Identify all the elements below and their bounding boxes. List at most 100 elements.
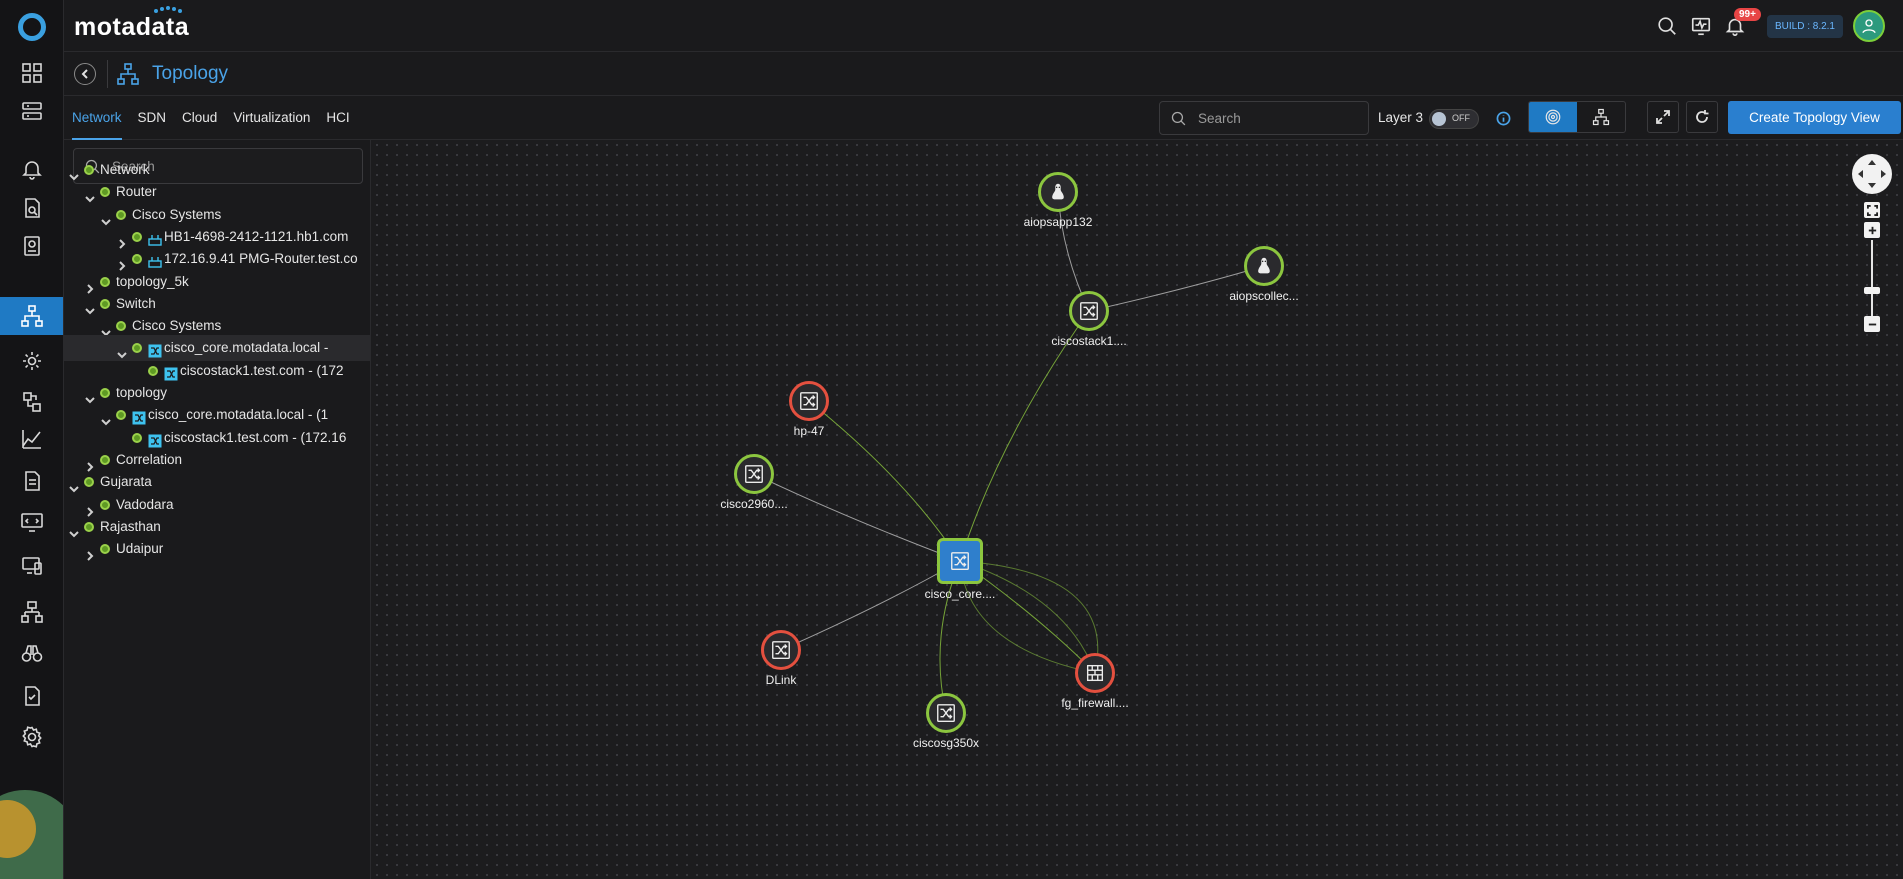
- topology-node-label: aiopscollec...: [1229, 289, 1299, 303]
- pan-arrows-icon: [1858, 160, 1886, 188]
- topology-node-aiopsapp132[interactable]: [1038, 172, 1078, 212]
- layer-label: Layer 3: [1378, 110, 1424, 125]
- zoom-out-button[interactable]: [1864, 316, 1880, 332]
- nav-terminal[interactable]: [0, 503, 63, 541]
- nav-audit[interactable]: [0, 677, 63, 715]
- tab-sdn[interactable]: SDN: [130, 96, 175, 140]
- nav-dashboard[interactable]: [0, 54, 63, 92]
- left-nav-rail: [0, 0, 64, 879]
- topology-node-ciscosg350x[interactable]: [926, 693, 966, 733]
- topology-node-label: cisco2960....: [720, 497, 788, 511]
- pan-control[interactable]: [1852, 154, 1892, 194]
- nav-metric-explorer[interactable]: [0, 420, 63, 458]
- status-dot: [84, 521, 94, 532]
- nav-inventory[interactable]: [0, 227, 63, 265]
- monitor-icon: [1691, 17, 1711, 36]
- chevron-down-icon[interactable]: [85, 299, 95, 315]
- global-search-button[interactable]: [1651, 10, 1683, 42]
- zoom-in-button[interactable]: [1864, 222, 1880, 238]
- chevron-right-icon[interactable]: [117, 254, 127, 271]
- topology-search-input[interactable]: [1198, 102, 1363, 134]
- nav-alert[interactable]: [0, 150, 63, 188]
- fit-to-screen-button[interactable]: [1864, 202, 1880, 218]
- topology-link[interactable]: [808, 400, 961, 562]
- tab-cloud[interactable]: Cloud: [174, 96, 225, 140]
- brand-dots-icon: [154, 6, 182, 13]
- chevron-down-icon[interactable]: [69, 477, 79, 493]
- router-icon: [148, 230, 162, 246]
- back-button[interactable]: [74, 63, 96, 85]
- topology-link[interactable]: [780, 560, 961, 651]
- hierarchy-view-button[interactable]: [1577, 102, 1625, 132]
- status-dot: [132, 231, 142, 242]
- topology-node-aiopscollec[interactable]: [1244, 246, 1284, 286]
- chevron-down-icon[interactable]: [69, 522, 79, 538]
- chevron-down-icon[interactable]: [101, 321, 111, 337]
- chevron-right-icon[interactable]: [85, 455, 95, 472]
- status-dot: [100, 276, 110, 287]
- brand-logo[interactable]: motadata: [74, 6, 190, 42]
- top-header: motadata 99+ BUILD : 8.2.1: [64, 0, 1903, 52]
- topology-node-ciscostack1[interactable]: [1069, 291, 1109, 331]
- network-icon: [21, 601, 43, 623]
- nav-settings-cog[interactable]: [0, 342, 63, 380]
- chevron-right-icon[interactable]: [85, 277, 95, 294]
- nav-server[interactable]: [0, 92, 63, 130]
- info-icon[interactable]: [1496, 111, 1511, 126]
- nav-policy[interactable]: [0, 189, 63, 227]
- tab-virtualization[interactable]: Virtualization: [225, 96, 318, 140]
- topology-search[interactable]: [1159, 101, 1369, 135]
- chevron-right-icon[interactable]: [85, 500, 95, 517]
- nav-report[interactable]: [0, 462, 63, 500]
- user-avatar[interactable]: [1853, 10, 1885, 42]
- toggle-state: OFF: [1452, 113, 1470, 123]
- switch-icon: [772, 641, 790, 659]
- nav-gear[interactable]: [0, 718, 63, 756]
- radial-view-button[interactable]: [1529, 102, 1577, 132]
- nav-binoculars[interactable]: [0, 635, 63, 673]
- nav-network[interactable]: [0, 593, 63, 631]
- notifications-button[interactable]: 99+: [1719, 8, 1761, 42]
- switch-icon: [1080, 302, 1098, 320]
- zoom-slider-handle[interactable]: [1864, 287, 1880, 294]
- fullscreen-button[interactable]: [1647, 101, 1679, 133]
- topology-link[interactable]: [753, 473, 961, 562]
- chevron-down-icon[interactable]: [101, 210, 111, 226]
- chevron-right-icon[interactable]: [117, 232, 127, 249]
- topology-icon: [116, 62, 140, 86]
- tab-network[interactable]: Network: [64, 96, 130, 140]
- build-version: BUILD : 8.2.1: [1766, 14, 1843, 38]
- chevron-down-icon[interactable]: [117, 343, 127, 359]
- refresh-button[interactable]: [1686, 101, 1718, 133]
- topology-node-hp47[interactable]: [789, 381, 829, 421]
- app-logo-icon[interactable]: [18, 13, 46, 41]
- switch-icon: [951, 552, 969, 570]
- search-icon: [1171, 111, 1186, 126]
- layer3-toggle[interactable]: OFF: [1429, 109, 1479, 129]
- zoom-slider-track[interactable]: [1871, 240, 1873, 320]
- tree-item[interactable]: Udaipur: [64, 536, 370, 562]
- brand-name: motadata: [74, 13, 190, 41]
- chevron-down-icon[interactable]: [101, 410, 111, 426]
- category-tabs: Network SDN Cloud Virtualization HCI: [64, 96, 358, 140]
- chevron-down-icon[interactable]: [85, 388, 95, 404]
- topology-node-fg_firewall[interactable]: [1075, 653, 1115, 693]
- health-monitor-button[interactable]: [1685, 10, 1717, 42]
- fit-icon: [1866, 204, 1878, 216]
- topology-node-cisco_core[interactable]: [937, 538, 983, 584]
- topology-link[interactable]: [959, 310, 1090, 562]
- nav-topology[interactable]: [0, 297, 63, 335]
- status-dot: [148, 365, 158, 376]
- tree-item-label: Udaipur: [116, 541, 164, 557]
- tab-hci[interactable]: HCI: [318, 96, 357, 140]
- topology-canvas[interactable]: aiopsapp132 aiopscollec... ciscostack1....…: [372, 140, 1903, 879]
- notification-badge: 99+: [1734, 8, 1761, 21]
- chevron-down-icon[interactable]: [69, 165, 79, 181]
- topology-node-cisco2960[interactable]: [734, 454, 774, 494]
- nav-flow[interactable]: [0, 383, 63, 421]
- chevron-right-icon[interactable]: [85, 544, 95, 561]
- nav-device[interactable]: [0, 547, 63, 585]
- create-topology-view-button[interactable]: Create Topology View: [1728, 101, 1901, 134]
- chevron-down-icon[interactable]: [85, 187, 95, 203]
- topology-node-dlink[interactable]: [761, 630, 801, 670]
